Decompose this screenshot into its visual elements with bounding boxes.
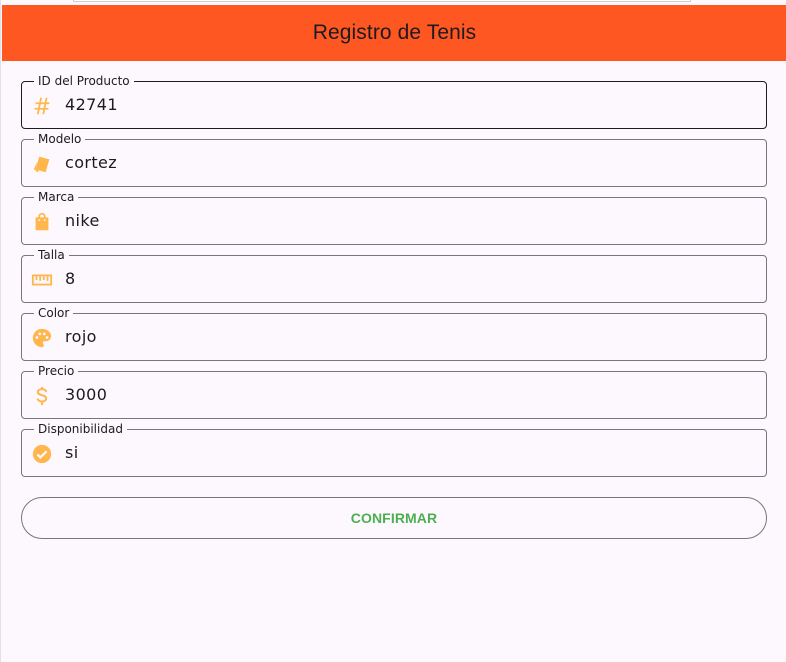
browser-edge — [73, 0, 691, 2]
color-input[interactable]: rojo — [65, 326, 97, 348]
check-circle-icon — [30, 442, 54, 466]
model-input[interactable]: cortez — [65, 152, 117, 174]
brand-label: Marca — [34, 190, 79, 204]
price-label: Precio — [34, 364, 79, 378]
brand-field[interactable]: Marca nike — [21, 190, 767, 245]
product-id-label: ID del Producto — [34, 74, 134, 88]
shoe-icon — [30, 152, 54, 176]
app-title: Registro de Tenis — [312, 21, 477, 44]
ruler-icon — [30, 268, 54, 292]
model-label: Modelo — [34, 132, 86, 146]
size-input[interactable]: 8 — [65, 268, 76, 290]
availability-label: Disponibilidad — [34, 422, 127, 436]
palette-icon — [30, 326, 54, 350]
color-label: Color — [34, 306, 74, 320]
product-id-input[interactable]: 42741 — [65, 94, 118, 116]
dollar-icon — [30, 384, 54, 408]
confirm-button-label: CONFIRMAR — [350, 510, 438, 526]
size-field[interactable]: Talla 8 — [21, 248, 767, 303]
availability-field[interactable]: Disponibilidad si — [21, 422, 767, 477]
app-bar: Registro de Tenis — [2, 5, 786, 61]
confirm-button[interactable]: CONFIRMAR — [21, 497, 767, 539]
color-field[interactable]: Color rojo — [21, 306, 767, 361]
app-window: Registro de Tenis ID del Producto 42741 … — [0, 0, 786, 662]
product-id-field[interactable]: ID del Producto 42741 — [21, 74, 767, 129]
availability-input[interactable]: si — [65, 442, 79, 464]
brand-input[interactable]: nike — [65, 210, 100, 232]
hash-icon — [30, 94, 54, 118]
model-field[interactable]: Modelo cortez — [21, 132, 767, 187]
shopping-bag-icon — [30, 210, 54, 234]
price-field[interactable]: Precio 3000 — [21, 364, 767, 419]
price-input[interactable]: 3000 — [65, 384, 107, 406]
size-label: Talla — [34, 248, 69, 262]
